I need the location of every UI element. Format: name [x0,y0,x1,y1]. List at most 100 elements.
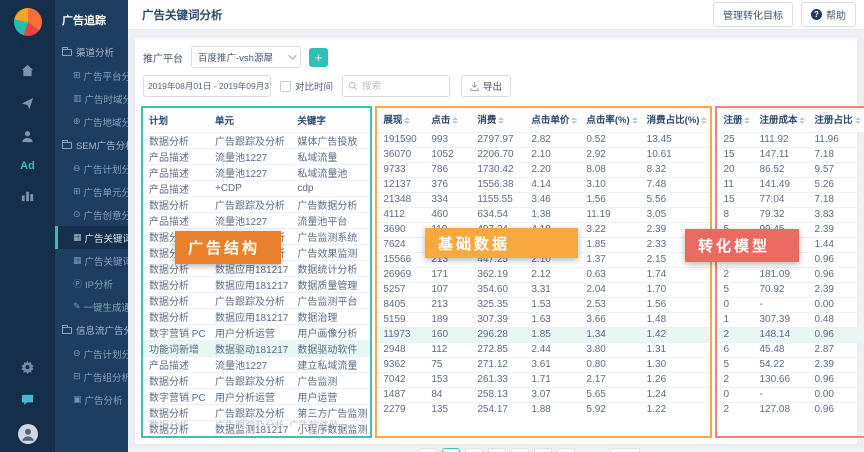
column-header[interactable]: 注册成本 [753,108,809,132]
column-header[interactable]: 展现 [377,108,426,132]
column-header[interactable]: 消费占比(%) [640,108,711,132]
table-cell: 15566 [377,251,426,267]
add-platform-button[interactable]: + [309,47,328,67]
column-header[interactable]: 点击 [425,108,472,132]
table-row: 5159 189 307.39 1.63 3.66 1.48 [377,311,711,327]
sort-icon [404,114,411,127]
sidebar-item[interactable]: ⊞广告平台分析 [55,64,128,87]
page-prev-button[interactable]: ‹ [419,447,438,452]
bar-chart-icon[interactable] [20,188,35,203]
table-cell: 数据应用181217 [209,259,292,276]
avatar[interactable] [17,424,38,444]
table-cell: 1556.38 [471,176,526,192]
sidebar-item-label: 广告平台分析 [83,71,128,83]
platform-select[interactable]: 百度推广-vsh源犀 [191,46,301,68]
table-cell: 用户画像分析 [291,323,371,340]
search-box [342,75,451,97]
column-header-label: 关键字 [297,115,326,127]
search-input[interactable] [362,80,445,92]
sidebar-section-header[interactable]: SEM广告分析 [55,133,128,157]
table-cell: 307.39 [753,311,809,327]
table-cell: 0.48 [808,311,864,327]
send-icon[interactable] [20,96,35,111]
column-header[interactable]: 消费 [471,108,526,132]
table-row: 数据分析 广告跟踪及分析 第三方广告监测 [143,403,371,420]
table-cell: 1.30 [640,356,711,372]
column-header: 单元 [209,108,292,132]
page-button[interactable]: 2 [465,447,484,452]
table-row: 26969 171 362.19 2.12 0.63 1.74 [377,266,711,282]
table-cell: 广告跟踪及分析 [209,131,292,148]
table-cell: 1730.42 [471,161,526,177]
table-cell: 数据应用181217 [209,275,292,292]
sidebar-item[interactable]: ⊞广告单元分析 [55,180,128,203]
sidebar-item[interactable]: ✎一键生成通... [55,295,128,318]
sidebar-section-header[interactable]: 渠道分析 [55,40,128,64]
sidebar-item[interactable]: ⊙广告创意分析 [55,203,128,226]
table-cell: 广告跟踪及分析 [209,243,292,260]
table-group-structure: 计划 单元 关键字 数据分析 广告跟踪及分析 媒体广告投放 产品描述 流量池1227 私域流量产… [141,106,373,438]
table-row: 功能词新增 数据驱动181217 数据驱动软件 [143,339,371,356]
chat-icon[interactable] [20,392,35,407]
settings-gear-icon[interactable] [20,359,35,374]
page-button[interactable]: 3 [488,447,507,452]
table-cell: 0.96 [808,371,864,387]
sidebar-item[interactable]: ⊖广告计划分析 [55,157,128,180]
sidebar-item[interactable]: ▦广告关键词... [55,249,128,272]
sidebar-item[interactable]: ▦广告关键词... [55,226,128,249]
compare-checkbox[interactable] [280,80,291,92]
page-button[interactable]: 4 [511,447,530,452]
help-button[interactable]: ? 帮助 [801,2,856,27]
table-row: 7624 126 484.70 3.85 1.85 2.33 [377,236,711,252]
sidebar-item[interactable]: ⊟ 广告组分析 [55,365,128,388]
sidebar-item[interactable]: ⊖广告计划分析 [55,342,128,365]
folder-icon [62,139,72,149]
table-cell: 21348 [377,191,426,207]
table-cell: 数据应用181217 [209,307,292,324]
page-button[interactable]: 5 [534,447,553,452]
compare-time-toggle[interactable]: 对比时间 [280,79,333,93]
table-cell: 12137 [377,176,426,192]
manage-goals-label: 管理转化目标 [723,11,783,22]
table-cell: 1155.55 [471,191,526,207]
date-range-input[interactable]: 2019年08月01日 - 2019年09月3 [143,75,271,97]
user-icon[interactable] [20,129,35,144]
home-icon[interactable] [20,63,35,78]
column-header[interactable]: 点击单价 [525,108,581,132]
table-row: 599.452.39-0.07 [717,221,864,237]
table-row: 645.482.87-54.04 [717,341,864,357]
table-cell: 460 [425,206,472,222]
table-cell: 7042 [377,371,426,387]
page-button[interactable]: 1 [442,447,461,452]
platform-label: 推广平台 [143,53,183,65]
column-header[interactable]: 注册占比 [808,108,864,132]
table-cell: 0.80 [580,356,641,372]
table-cell: 15 [717,146,754,162]
sidebar-section-header[interactable]: 信息流广告分析 [55,318,128,342]
column-header-label: 单元 [215,115,235,127]
page-next-button[interactable]: › [557,447,576,452]
sidebar-item[interactable]: ▥广告时域分析 [55,87,128,110]
table-row: 3690 119 497.24 4.18 3.22 2.39 [377,221,711,237]
sidebar-item[interactable]: ▣ 广告分析 [55,388,128,411]
sidebar-item[interactable]: ⊕广告地域分析 [55,110,128,133]
table-cell: 296.28 [471,326,526,342]
analysis-card: 推广平台 百度推广-vsh源犀 + 2019年08月01日 - 2019年09月… [135,38,864,452]
column-header[interactable]: 点击率(%) [580,108,641,132]
table-cell: 数字营销 PC [143,323,209,340]
sidebar-item[interactable]: Ⓟ IP分析 [55,272,128,295]
ad-nav-item[interactable]: Ad [20,160,35,172]
column-header[interactable]: 注册 [717,108,754,132]
table-cell: 11.96 [808,131,864,147]
sidebar-item-label: 广告关键词... [84,233,128,245]
jump-input[interactable] [610,447,641,452]
table-row: 3161.281.44+61.77 [717,236,864,252]
table-cell: 3.80 [580,341,641,357]
table-cell: 79.32 [753,206,809,222]
table-cell: 建立私域流量 [291,355,371,372]
table-cell: 0 [717,386,754,402]
table-row: 1307.390.48+207.88 [717,311,864,327]
export-button[interactable]: 导出 [461,75,512,97]
table-cell: 5.65 [580,386,641,402]
manage-goals-button[interactable]: 管理转化目标 [713,2,793,27]
